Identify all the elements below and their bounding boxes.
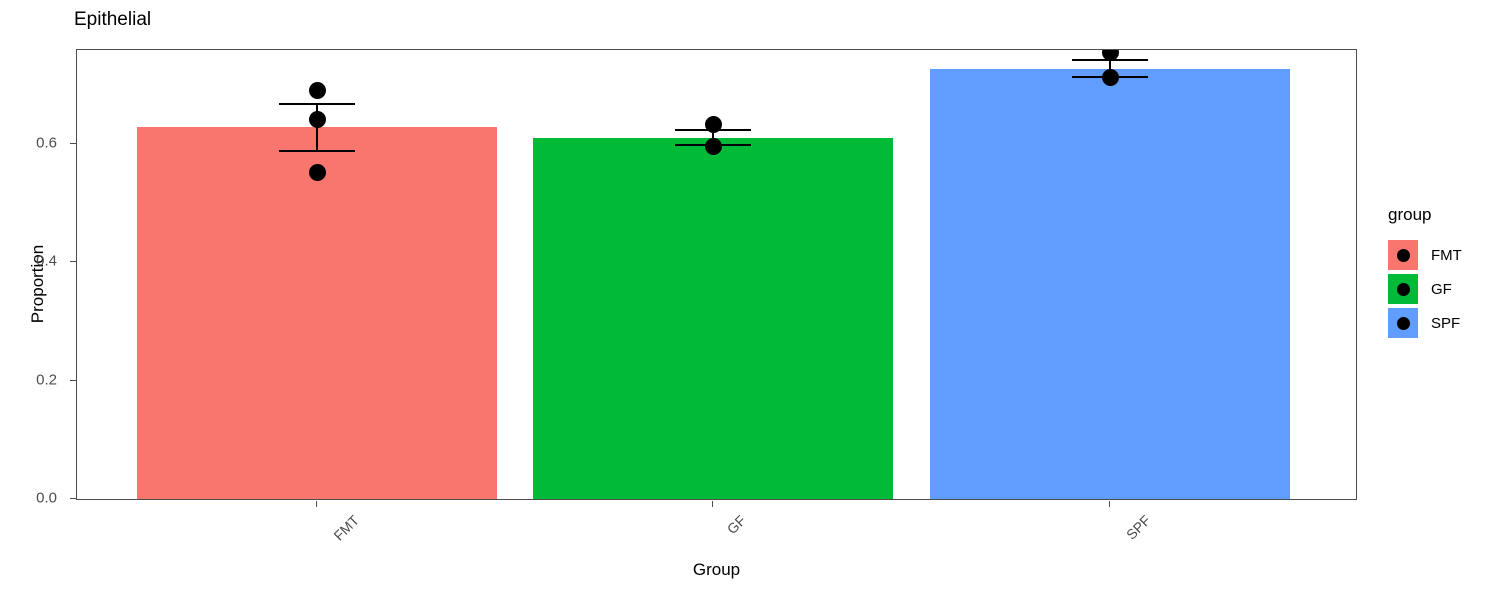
bar-spf	[930, 69, 1290, 499]
x-axis-label: Group	[692, 560, 741, 579]
legend-label: SPF	[1431, 314, 1461, 332]
x-tick-label: SPF	[1122, 512, 1154, 543]
data-point-fmt	[308, 111, 326, 129]
data-point-gf	[704, 115, 722, 133]
errorbar-cap-fmt-upper	[279, 103, 355, 106]
page-title: Epithelial	[74, 9, 152, 30]
legend-item-spf[interactable]: SPF	[1388, 306, 1462, 340]
legend: group FMT GF SPF	[1388, 205, 1462, 340]
data-point-fmt	[308, 81, 326, 99]
y-tick-label: 0.2	[36, 371, 57, 389]
data-point-fmt	[308, 163, 326, 181]
legend-swatch-spf	[1388, 308, 1418, 338]
data-point-spf	[1101, 69, 1119, 87]
plot-panel	[76, 49, 1357, 500]
x-tick-label: FMT	[330, 512, 363, 544]
legend-label: GF	[1431, 280, 1452, 298]
legend-point-icon	[1396, 316, 1410, 330]
y-tick-label: 0.6	[36, 134, 57, 152]
legend-swatch-gf	[1388, 274, 1418, 304]
data-point-gf	[704, 138, 722, 156]
legend-item-gf[interactable]: GF	[1388, 272, 1462, 306]
x-tick-mark	[316, 501, 317, 507]
y-tick-label: 0.0	[36, 489, 57, 507]
legend-swatch-fmt	[1388, 240, 1418, 270]
bar-gf	[533, 137, 893, 499]
bar-fmt	[137, 127, 497, 499]
x-tick-mark	[1109, 501, 1110, 507]
plot-figure: Epithelial Proportion 0.0 0.2 0.4 0.6 FMT GF…	[0, 0, 1500, 592]
errorbar-cap-fmt-lower	[279, 150, 355, 153]
x-tick-mark	[712, 501, 713, 507]
y-axis-label: Proportion	[28, 244, 47, 324]
plot-area	[77, 50, 1356, 499]
legend-title: group	[1388, 205, 1432, 224]
legend-point-icon	[1396, 248, 1410, 262]
legend-point-icon	[1396, 282, 1410, 296]
y-tick-label: 0.4	[36, 252, 57, 270]
data-point-spf	[1101, 50, 1119, 61]
x-tick-label: GF	[723, 512, 749, 538]
legend-label: FMT	[1431, 246, 1462, 264]
legend-items: FMT GF SPF	[1388, 238, 1462, 340]
legend-item-fmt[interactable]: FMT	[1388, 238, 1462, 272]
